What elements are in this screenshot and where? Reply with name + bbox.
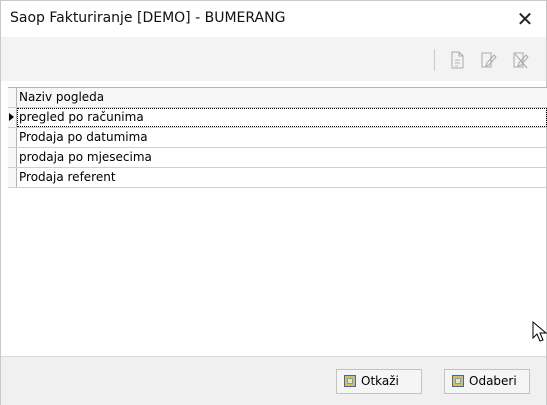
table-cell[interactable]: pregled po računima [17, 108, 547, 127]
close-icon[interactable]: ✕ [512, 6, 538, 32]
table-cell[interactable]: Prodaja po datumima [17, 128, 547, 147]
row-indicator [8, 108, 17, 127]
views-grid: Naziv pogleda pregled po računima Prodaj… [8, 87, 547, 188]
row-indicator [8, 148, 17, 167]
select-button-label: Odaberi [469, 374, 517, 388]
select-icon [452, 375, 464, 387]
dialog-footer: Otkaži Odaberi [1, 356, 546, 405]
new-document-icon[interactable] [448, 50, 466, 70]
window-title: Saop Fakturiranje [DEMO] - BUMERANG [10, 10, 286, 26]
table-row[interactable]: Prodaja referent [8, 168, 547, 188]
table-row[interactable]: Prodaja po datumima [8, 128, 547, 148]
table-row[interactable]: prodaja po mjesecima [8, 148, 547, 168]
cancel-button[interactable]: Otkaži [336, 369, 422, 394]
row-indicator [8, 168, 17, 187]
toolbar-separator [434, 49, 435, 71]
row-indicator [8, 88, 17, 107]
row-indicator [8, 128, 17, 147]
title-bar: Saop Fakturiranje [DEMO] - BUMERANG ✕ [1, 1, 546, 37]
delete-document-icon[interactable] [511, 50, 529, 70]
cancel-icon [344, 375, 356, 387]
select-button[interactable]: Odaberi [444, 369, 530, 394]
table-cell[interactable]: Prodaja referent [17, 168, 547, 187]
dialog-window: Saop Fakturiranje [DEMO] - BUMERANG ✕ Na… [0, 0, 547, 405]
mouse-pointer-icon [532, 321, 547, 342]
cancel-button-label: Otkaži [361, 374, 399, 388]
table-row[interactable]: pregled po računima [8, 108, 547, 128]
grid-area: Naziv pogleda pregled po računima Prodaj… [1, 81, 547, 356]
edit-document-icon[interactable] [479, 50, 497, 70]
table-cell[interactable]: prodaja po mjesecima [17, 148, 547, 167]
grid-header-row: Naziv pogleda [8, 88, 547, 108]
column-header-naziv-pogleda[interactable]: Naziv pogleda [17, 88, 547, 107]
toolbar [1, 37, 546, 81]
current-row-arrow-icon [9, 113, 14, 121]
